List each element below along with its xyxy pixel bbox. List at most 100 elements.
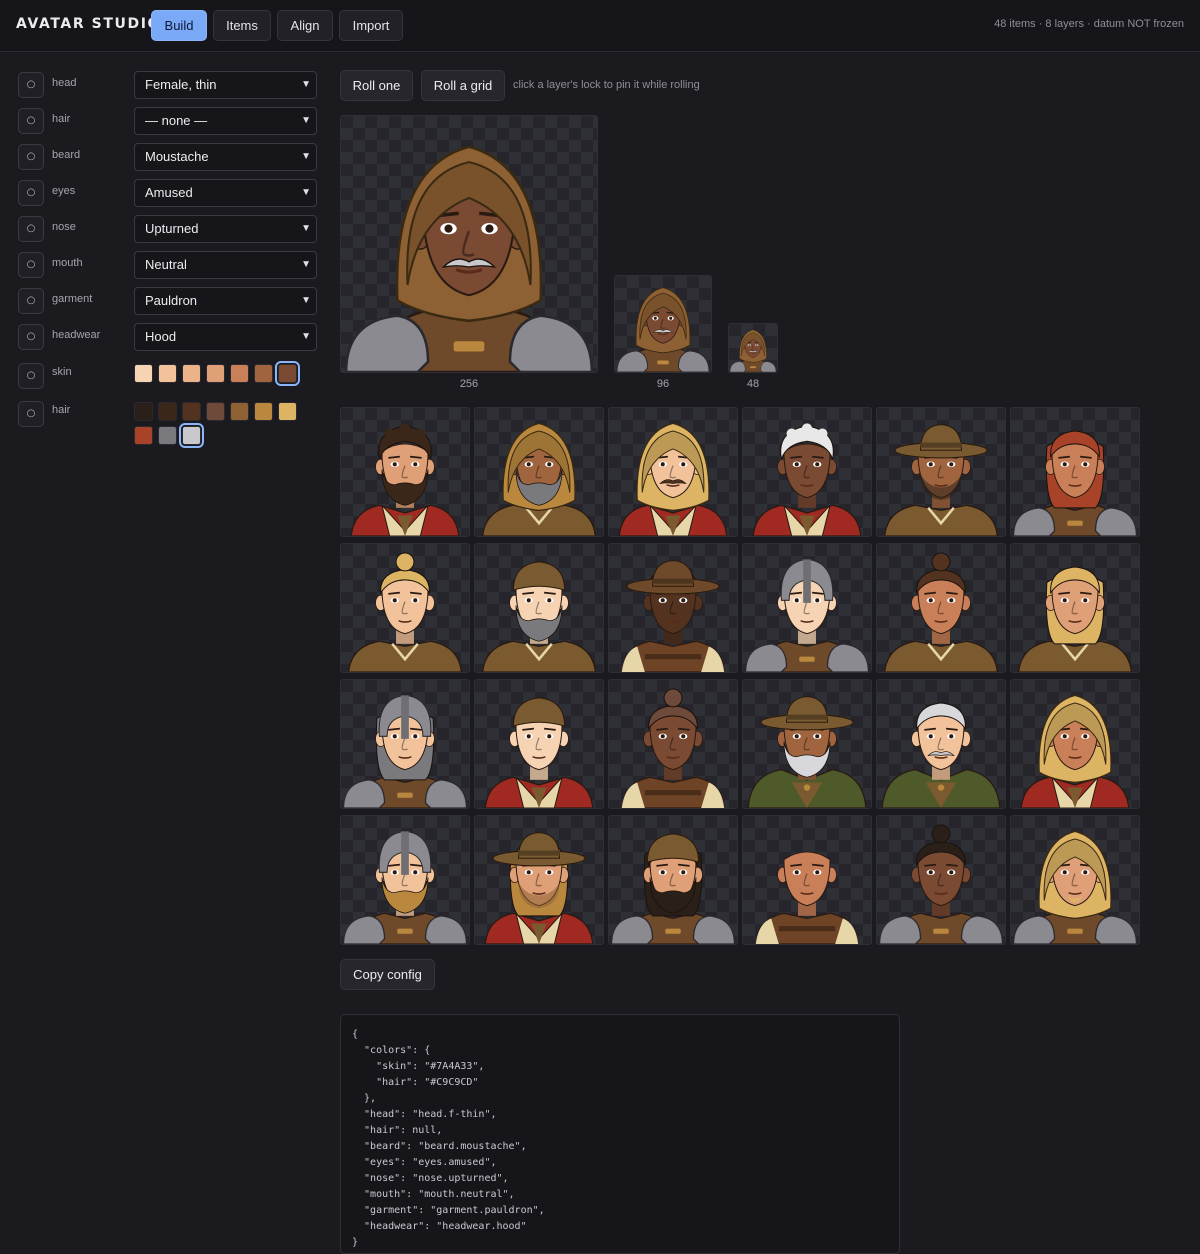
- config-output: { "colors": { "skin": "#7A4A33", "hair":…: [340, 1014, 900, 1254]
- avatar-tile[interactable]: [608, 815, 738, 945]
- preview-size-label: 96: [656, 378, 670, 390]
- preview-48: [728, 323, 778, 373]
- layer-label: head: [52, 77, 77, 89]
- layer-row-garment: ○ garment Pauldron ▼: [18, 287, 318, 315]
- color-swatch[interactable]: [230, 364, 249, 383]
- lock-icon[interactable]: ○: [18, 216, 44, 242]
- layer-label: mouth: [52, 257, 83, 269]
- select-value: Neutral: [145, 257, 187, 272]
- layer-label: nose: [52, 221, 76, 233]
- nose-select[interactable]: Upturned ▼: [134, 215, 317, 243]
- copy-config-button[interactable]: Copy config: [340, 959, 435, 990]
- app-title: AVATAR STUDIO: [16, 16, 162, 32]
- config-text: { "colors": { "skin": "#7A4A33", "hair":…: [352, 1029, 545, 1248]
- avatar-tile[interactable]: [608, 543, 738, 673]
- status-text: 48 items · 8 layers · datum NOT frozen: [994, 18, 1184, 30]
- chevron-down-icon: ▼: [301, 259, 311, 270]
- color-swatch[interactable]: [254, 402, 273, 421]
- lock-icon[interactable]: ○: [18, 144, 44, 170]
- color-swatch[interactable]: [134, 402, 153, 421]
- select-value: Pauldron: [145, 293, 198, 308]
- color-swatch[interactable]: [206, 402, 225, 421]
- color-swatch[interactable]: [254, 364, 273, 383]
- avatar-tile[interactable]: [1010, 815, 1140, 945]
- lock-icon[interactable]: ○: [18, 72, 44, 98]
- avatar-tile[interactable]: [340, 543, 470, 673]
- avatar-tile[interactable]: [742, 407, 872, 537]
- preview-size-label: 48: [746, 378, 760, 390]
- avatar-tile[interactable]: [340, 815, 470, 945]
- layer-row-headwear: ○ headwear Hood ▼: [18, 323, 318, 351]
- beard-select[interactable]: Moustache ▼: [134, 143, 317, 171]
- color-swatch[interactable]: [134, 364, 153, 383]
- layer-label: hair: [52, 113, 71, 125]
- chevron-down-icon: ▼: [301, 295, 311, 306]
- color-swatch[interactable]: [182, 402, 201, 421]
- layer-label: hair: [52, 404, 71, 416]
- layer-label: beard: [52, 149, 81, 161]
- layer-label: skin: [52, 366, 72, 378]
- avatar-tile[interactable]: [1010, 679, 1140, 809]
- preview-256: [340, 115, 598, 373]
- lock-icon[interactable]: ○: [18, 252, 44, 278]
- color-swatch[interactable]: [158, 426, 177, 445]
- color-swatch[interactable]: [158, 402, 177, 421]
- chevron-down-icon: ▼: [301, 115, 311, 126]
- avatar-tile[interactable]: [608, 679, 738, 809]
- tab-build[interactable]: Build: [151, 10, 207, 41]
- avatar-tile[interactable]: [474, 407, 604, 537]
- lock-icon[interactable]: ○: [18, 401, 44, 427]
- layer-row-eyes: ○ eyes Amused ▼: [18, 179, 318, 207]
- avatar-tile[interactable]: [742, 679, 872, 809]
- color-swatch[interactable]: [206, 364, 225, 383]
- avatar-tile[interactable]: [1010, 543, 1140, 673]
- color-swatch[interactable]: [158, 364, 177, 383]
- lock-icon[interactable]: ○: [18, 180, 44, 206]
- preview-size-label: 256: [459, 378, 479, 390]
- tab-import[interactable]: Import: [339, 10, 403, 41]
- avatar-tile[interactable]: [876, 407, 1006, 537]
- roll-grid-button[interactable]: Roll a grid: [421, 70, 505, 101]
- roll-one-button[interactable]: Roll one: [340, 70, 413, 101]
- avatar-tile[interactable]: [608, 407, 738, 537]
- avatar-tile[interactable]: [876, 815, 1006, 945]
- avatar-tile[interactable]: [474, 679, 604, 809]
- layer-label: garment: [52, 293, 93, 305]
- avatar-tile[interactable]: [474, 815, 604, 945]
- lock-icon[interactable]: ○: [18, 324, 44, 350]
- layer-row-head: ○ head Female, thin ▼: [18, 71, 318, 99]
- chevron-down-icon: ▼: [301, 79, 311, 90]
- mouth-select[interactable]: Neutral ▼: [134, 251, 317, 279]
- head-select[interactable]: Female, thin ▼: [134, 71, 317, 99]
- avatar-tile[interactable]: [742, 543, 872, 673]
- chevron-down-icon: ▼: [301, 331, 311, 342]
- lock-icon[interactable]: ○: [18, 363, 44, 389]
- avatar-tile[interactable]: [1010, 407, 1140, 537]
- lock-icon[interactable]: ○: [18, 288, 44, 314]
- lock-icon[interactable]: ○: [18, 108, 44, 134]
- color-swatch[interactable]: [275, 361, 300, 386]
- avatar-tile[interactable]: [876, 679, 1006, 809]
- layer-label: eyes: [52, 185, 76, 197]
- select-value: Female, thin: [145, 77, 217, 92]
- layer-row-mouth: ○ mouth Neutral ▼: [18, 251, 318, 279]
- garment-select[interactable]: Pauldron ▼: [134, 287, 317, 315]
- chevron-down-icon: ▼: [301, 187, 311, 198]
- color-swatch[interactable]: [134, 426, 153, 445]
- color-swatch[interactable]: [182, 364, 201, 383]
- layer-row-hair: ○ hair — none — ▼: [18, 107, 318, 135]
- hair-select[interactable]: — none — ▼: [134, 107, 317, 135]
- headwear-select[interactable]: Hood ▼: [134, 323, 317, 351]
- avatar-tile[interactable]: [340, 679, 470, 809]
- avatar-tile[interactable]: [474, 543, 604, 673]
- eyes-select[interactable]: Amused ▼: [134, 179, 317, 207]
- color-swatch[interactable]: [179, 423, 204, 448]
- color-swatch[interactable]: [230, 402, 249, 421]
- avatar-tile[interactable]: [742, 815, 872, 945]
- color-swatch[interactable]: [278, 402, 297, 421]
- avatar-tile[interactable]: [340, 407, 470, 537]
- tab-align[interactable]: Align: [277, 10, 333, 41]
- layer-row-beard: ○ beard Moustache ▼: [18, 143, 318, 171]
- avatar-tile[interactable]: [876, 543, 1006, 673]
- tab-items[interactable]: Items: [213, 10, 271, 41]
